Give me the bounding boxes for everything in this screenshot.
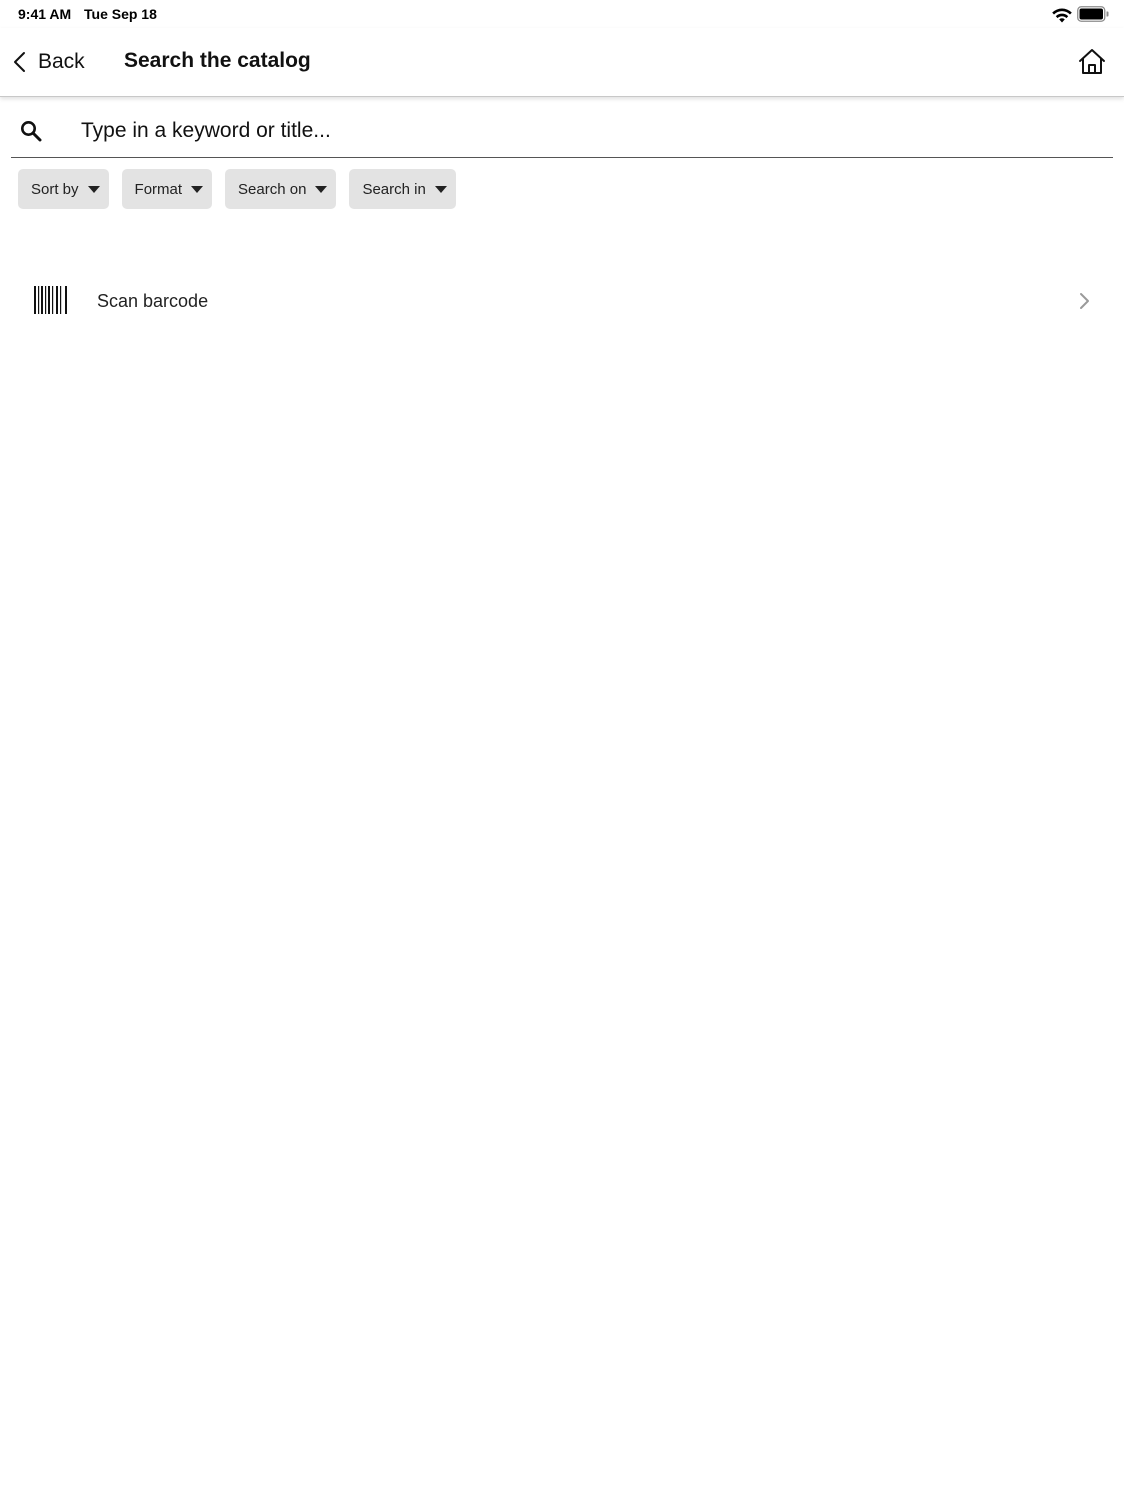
search-icon [21,121,42,142]
caret-down-icon [87,185,100,193]
status-date: Tue Sep 18 [84,6,157,22]
navigation-bar: Back Search the catalog [0,28,1124,97]
caret-down-icon [434,185,447,193]
search-on-dropdown[interactable]: Search on [225,169,337,209]
scan-barcode-label: Scan barcode [97,291,209,311]
caret-down-icon [191,185,204,193]
caret-down-icon [315,185,328,193]
filter-label: Search on [238,180,307,198]
filter-bar: Sort by Format Search on Search in [18,169,456,209]
filter-label: Format [134,180,183,198]
back-label: Back [38,50,85,73]
format-dropdown[interactable]: Format [121,169,213,209]
wifi-icon [1052,8,1072,23]
search-input[interactable] [79,112,1103,150]
status-time: 9:41 AM [18,6,72,22]
sort-by-dropdown[interactable]: Sort by [18,169,109,209]
status-bar: 9:41 AM Tue Sep 18 [0,0,1124,28]
chevron-left-icon [14,52,25,72]
barcode-icon [34,286,67,314]
scan-barcode-row[interactable]: Scan barcode [18,276,1106,326]
back-button[interactable]: Back [12,46,85,78]
page-title: Search the catalog [124,49,311,72]
search-bar [11,104,1113,158]
search-in-dropdown[interactable]: Search in [349,169,456,209]
home-icon[interactable] [1077,47,1107,77]
filter-label: Sort by [31,180,79,198]
battery-icon [1077,6,1109,22]
chevron-right-icon [1080,293,1089,309]
filter-label: Search in [362,180,426,198]
